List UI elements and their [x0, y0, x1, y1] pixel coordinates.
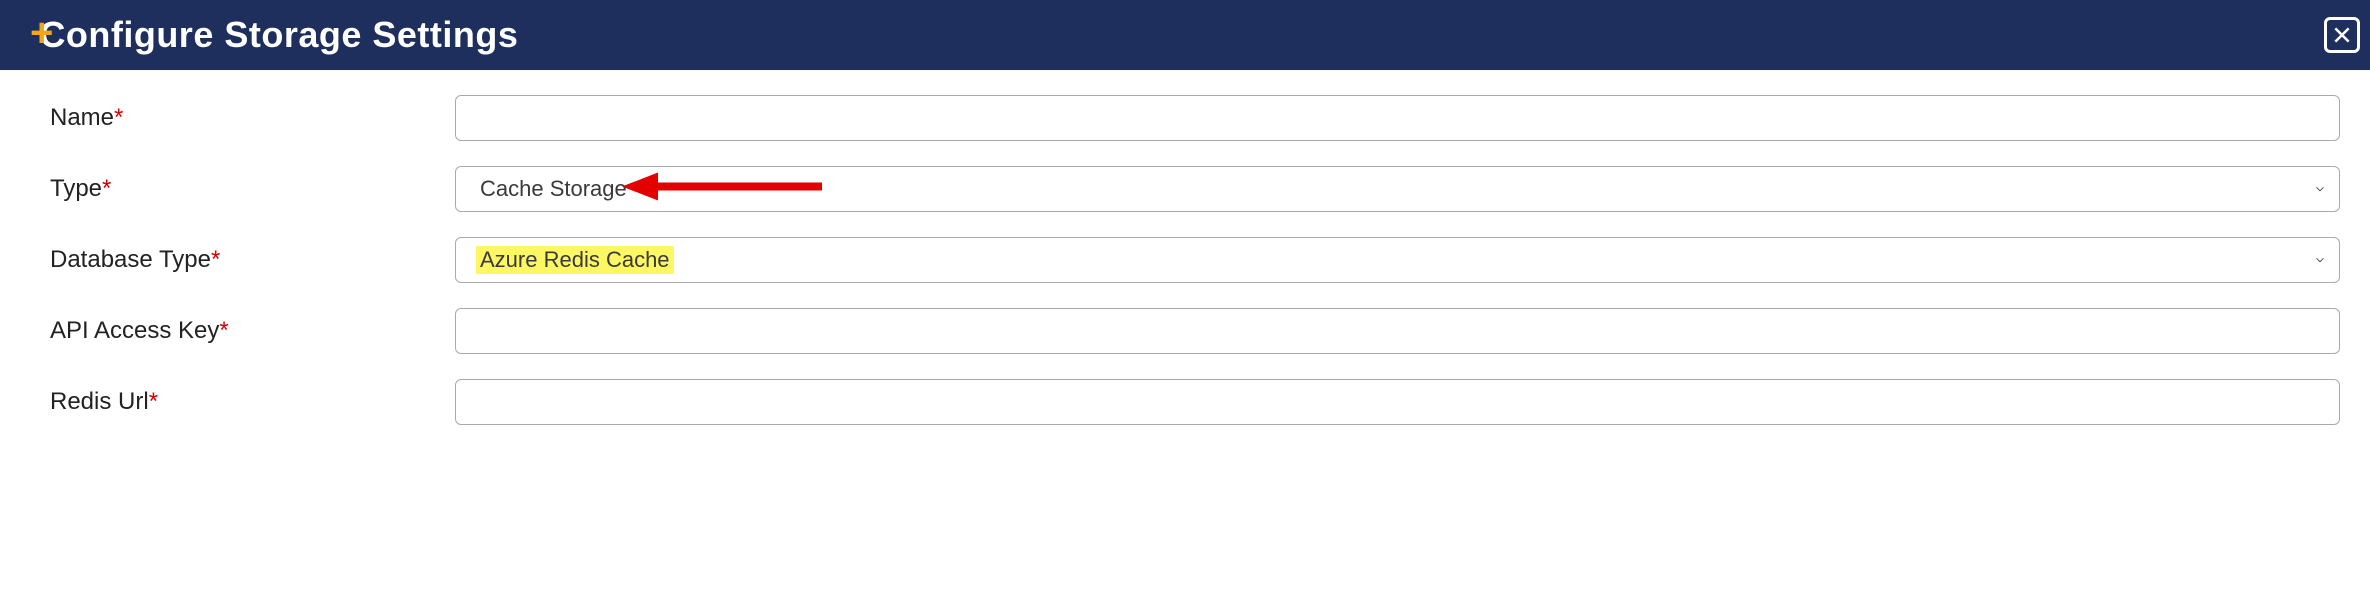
label-name: Name*: [50, 104, 455, 132]
name-input[interactable]: [455, 95, 2340, 141]
dialog-title: Configure Storage Settings: [39, 14, 518, 56]
label-name-text: Name: [50, 104, 114, 131]
api-access-key-input[interactable]: [455, 308, 2340, 354]
type-selected-value: Cache Storage: [480, 176, 627, 202]
redis-url-input[interactable]: [455, 379, 2340, 425]
required-marker: *: [149, 388, 158, 415]
close-icon: [2332, 25, 2352, 45]
label-api-access-key: API Access Key*: [50, 317, 455, 345]
type-select[interactable]: Cache Storage: [455, 166, 2340, 212]
control-api-access-key: [455, 308, 2340, 354]
label-type: Type*: [50, 175, 455, 203]
close-button[interactable]: [2324, 17, 2360, 53]
row-name: Name*: [50, 95, 2340, 141]
database-type-select[interactable]: Azure Redis Cache: [455, 237, 2340, 283]
required-marker: *: [114, 104, 123, 131]
label-redis-url: Redis Url*: [50, 388, 455, 416]
control-redis-url: [455, 379, 2340, 425]
row-type: Type* Cache Storage: [50, 166, 2340, 212]
row-redis-url: Redis Url*: [50, 379, 2340, 425]
chevron-down-icon: [2313, 176, 2327, 202]
form-area: Name* Type* Cache Storage: [0, 70, 2370, 425]
label-database-type-text: Database Type: [50, 246, 211, 273]
row-api-access-key: API Access Key*: [50, 308, 2340, 354]
chevron-down-icon: [2313, 247, 2327, 273]
label-api-access-key-text: API Access Key: [50, 317, 219, 344]
control-name: [455, 95, 2340, 141]
control-database-type: Azure Redis Cache: [455, 237, 2340, 283]
required-marker: *: [102, 175, 111, 202]
row-database-type: Database Type* Azure Redis Cache: [50, 237, 2340, 283]
control-type: Cache Storage: [455, 166, 2340, 212]
database-type-selected-value: Azure Redis Cache: [476, 246, 674, 274]
label-type-text: Type: [50, 175, 102, 202]
required-marker: *: [211, 246, 220, 273]
plus-icon: +: [30, 13, 53, 53]
required-marker: *: [219, 317, 228, 344]
label-database-type: Database Type*: [50, 246, 455, 274]
dialog-header: + Configure Storage Settings: [0, 0, 2370, 70]
label-redis-url-text: Redis Url: [50, 388, 149, 415]
